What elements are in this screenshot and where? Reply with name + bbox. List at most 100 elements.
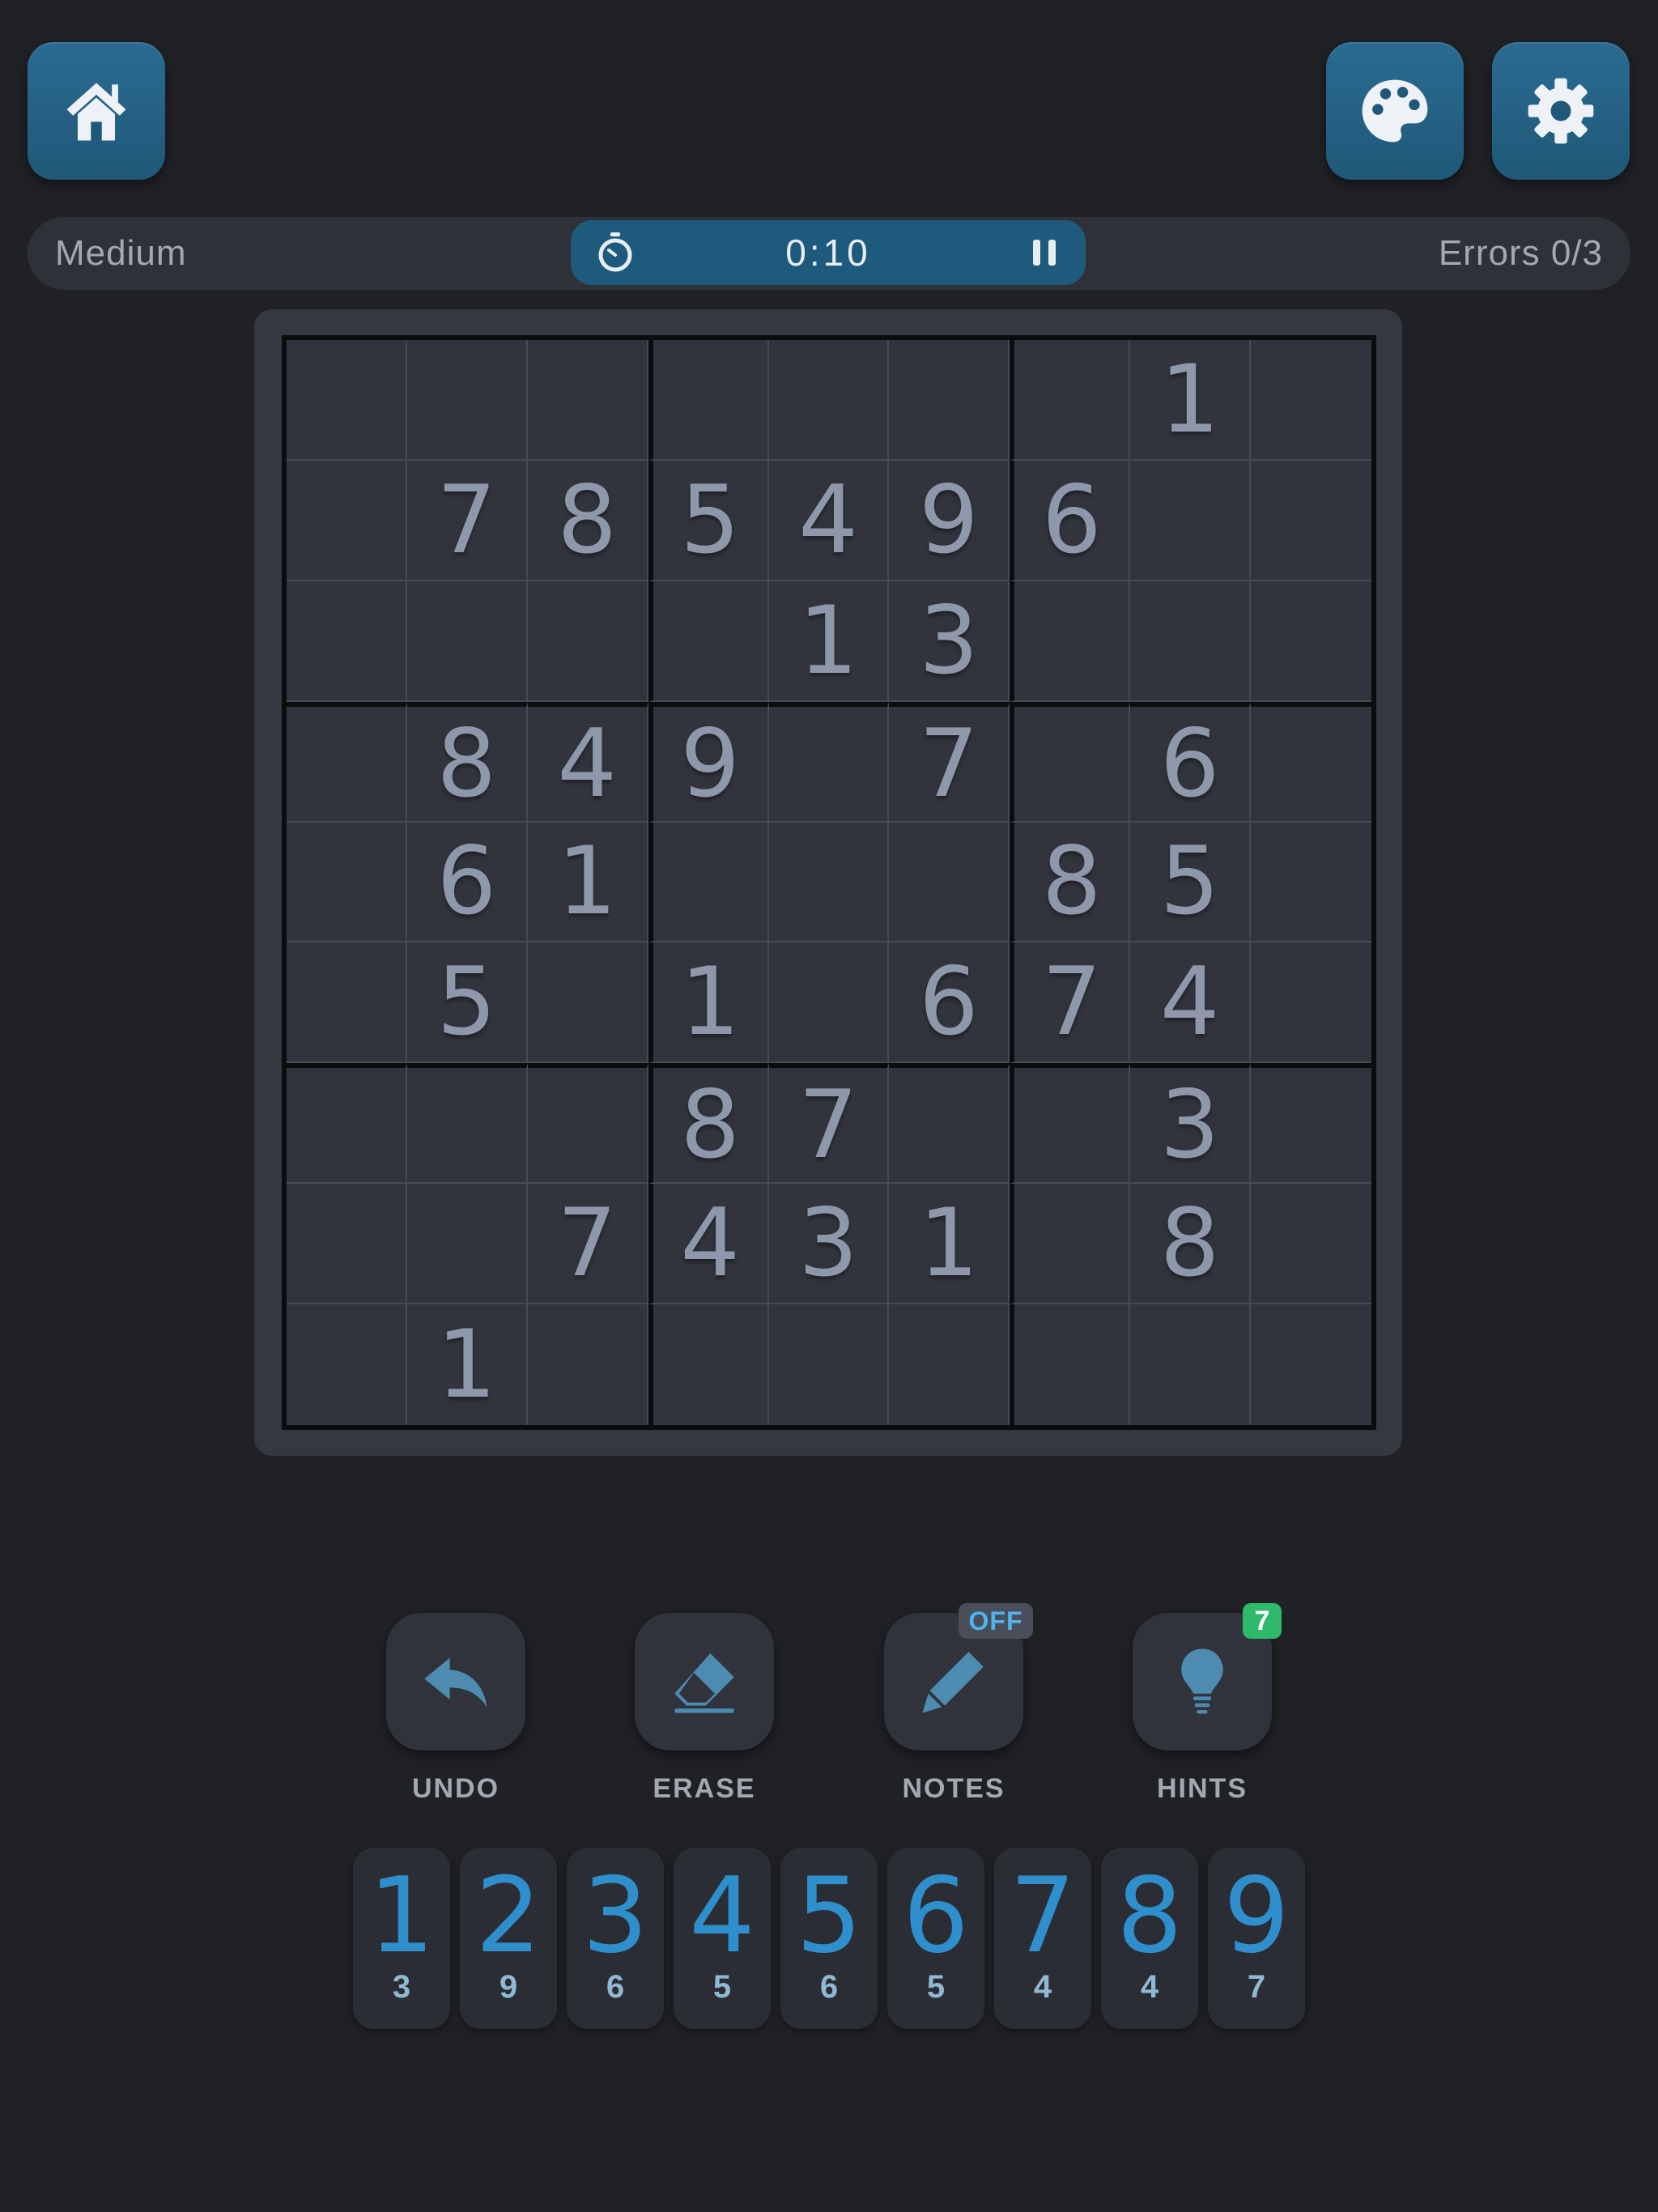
theme-palette-button[interactable]: [1326, 42, 1464, 180]
grid-cell[interactable]: [287, 1304, 407, 1425]
number-key-1[interactable]: 13: [353, 1848, 450, 2029]
grid-cell[interactable]: [768, 822, 890, 943]
grid-cell[interactable]: 8: [1130, 1184, 1252, 1305]
grid-cell[interactable]: [1251, 701, 1371, 823]
grid-cell[interactable]: [287, 1063, 407, 1185]
erase-button[interactable]: [635, 1613, 774, 1750]
grid-cell[interactable]: [527, 340, 648, 461]
grid-cell[interactable]: [1010, 1184, 1131, 1305]
grid-cell[interactable]: [1251, 1063, 1371, 1185]
number-key-4[interactable]: 45: [674, 1848, 771, 2029]
grid-cell[interactable]: [287, 701, 407, 823]
grid-cell[interactable]: [1251, 1184, 1371, 1305]
settings-button[interactable]: [1492, 42, 1630, 180]
grid-cell[interactable]: 9: [648, 701, 769, 823]
grid-cell[interactable]: [1251, 822, 1371, 943]
grid-cell[interactable]: 6: [406, 822, 528, 943]
grid-cell[interactable]: 6: [889, 942, 1010, 1064]
grid-cell[interactable]: [1010, 340, 1131, 461]
grid-cell[interactable]: 4: [1130, 942, 1252, 1064]
grid-cell[interactable]: 7: [768, 1063, 890, 1185]
grid-cell[interactable]: 1: [527, 822, 648, 943]
grid-cell[interactable]: [287, 340, 407, 461]
grid-cell[interactable]: 5: [406, 942, 528, 1064]
grid-cell[interactable]: [768, 340, 890, 461]
grid-cell[interactable]: 4: [648, 1184, 769, 1305]
number-key-3[interactable]: 36: [567, 1848, 664, 2029]
grid-cell[interactable]: [768, 942, 890, 1064]
grid-cell[interactable]: [889, 1063, 1010, 1185]
grid-cell[interactable]: [527, 942, 648, 1064]
grid-cell[interactable]: 7: [527, 1184, 648, 1305]
grid-cell[interactable]: 5: [648, 460, 769, 581]
grid-cell[interactable]: [648, 340, 769, 461]
number-key-8[interactable]: 84: [1101, 1848, 1198, 2029]
notes-button[interactable]: OFF: [884, 1603, 1033, 1750]
number-key-9[interactable]: 97: [1208, 1848, 1305, 2029]
number-key-remaining-count: 4: [1033, 1969, 1052, 2005]
grid-cell[interactable]: [1010, 581, 1131, 702]
undo-button[interactable]: [386, 1613, 525, 1750]
grid-cell[interactable]: [1251, 460, 1371, 581]
grid-cell[interactable]: [1130, 460, 1252, 581]
grid-cell[interactable]: 6: [1130, 701, 1252, 823]
grid-cell[interactable]: [527, 1304, 648, 1425]
grid-cell[interactable]: [287, 942, 407, 1064]
grid-cell[interactable]: 8: [1010, 822, 1131, 943]
grid-cell[interactable]: [1251, 340, 1371, 461]
grid-cell[interactable]: 3: [1130, 1063, 1252, 1185]
number-key-7[interactable]: 74: [994, 1848, 1091, 2029]
grid-cell[interactable]: [1130, 581, 1252, 702]
grid-cell[interactable]: [406, 1063, 528, 1185]
grid-cell[interactable]: [889, 340, 1010, 461]
grid-cell[interactable]: [768, 701, 890, 823]
grid-cell[interactable]: [648, 822, 769, 943]
grid-cell[interactable]: 3: [768, 1184, 890, 1305]
grid-cell[interactable]: [287, 822, 407, 943]
home-button[interactable]: [28, 42, 165, 180]
grid-cell[interactable]: [406, 340, 528, 461]
grid-cell[interactable]: [1010, 701, 1131, 823]
grid-cell[interactable]: 5: [1130, 822, 1252, 943]
grid-cell[interactable]: 7: [1010, 942, 1131, 1064]
number-key-5[interactable]: 56: [780, 1848, 878, 2029]
grid-cell[interactable]: 8: [648, 1063, 769, 1185]
grid-cell[interactable]: [1251, 1304, 1371, 1425]
grid-cell[interactable]: 1: [648, 942, 769, 1064]
grid-cell[interactable]: 7: [889, 701, 1010, 823]
grid-cell[interactable]: [1010, 1063, 1131, 1185]
grid-cell[interactable]: [1130, 1304, 1252, 1425]
grid-cell[interactable]: 6: [1010, 460, 1131, 581]
number-key-2[interactable]: 29: [460, 1848, 557, 2029]
grid-cell[interactable]: [1251, 942, 1371, 1064]
grid-cell[interactable]: [889, 1304, 1010, 1425]
grid-cell[interactable]: [1251, 581, 1371, 702]
grid-cell[interactable]: [1010, 1304, 1131, 1425]
grid-cell[interactable]: 9: [889, 460, 1010, 581]
grid-cell[interactable]: [287, 581, 407, 702]
grid-cell[interactable]: [768, 1304, 890, 1425]
grid-cell[interactable]: 1: [768, 581, 890, 702]
grid-cell[interactable]: [287, 1184, 407, 1305]
grid-cell[interactable]: 3: [889, 581, 1010, 702]
hints-button[interactable]: 7: [1133, 1603, 1282, 1750]
grid-cell[interactable]: 4: [768, 460, 890, 581]
home-icon: [66, 83, 126, 141]
grid-cell[interactable]: [889, 822, 1010, 943]
grid-cell[interactable]: 1: [1130, 340, 1252, 461]
grid-cell[interactable]: 4: [527, 701, 648, 823]
grid-cell[interactable]: [287, 460, 407, 581]
grid-cell[interactable]: 8: [527, 460, 648, 581]
grid-cell[interactable]: 1: [889, 1184, 1010, 1305]
number-key-6[interactable]: 65: [887, 1848, 984, 2029]
grid-cell[interactable]: 7: [406, 460, 528, 581]
grid-cell[interactable]: [648, 1304, 769, 1425]
grid-cell[interactable]: 8: [406, 701, 528, 823]
grid-cell[interactable]: 1: [406, 1304, 528, 1425]
grid-cell[interactable]: [527, 1063, 648, 1185]
grid-cell[interactable]: [648, 581, 769, 702]
pause-icon[interactable]: [1029, 238, 1061, 267]
grid-cell[interactable]: [406, 581, 528, 702]
grid-cell[interactable]: [527, 581, 648, 702]
grid-cell[interactable]: [406, 1184, 528, 1305]
